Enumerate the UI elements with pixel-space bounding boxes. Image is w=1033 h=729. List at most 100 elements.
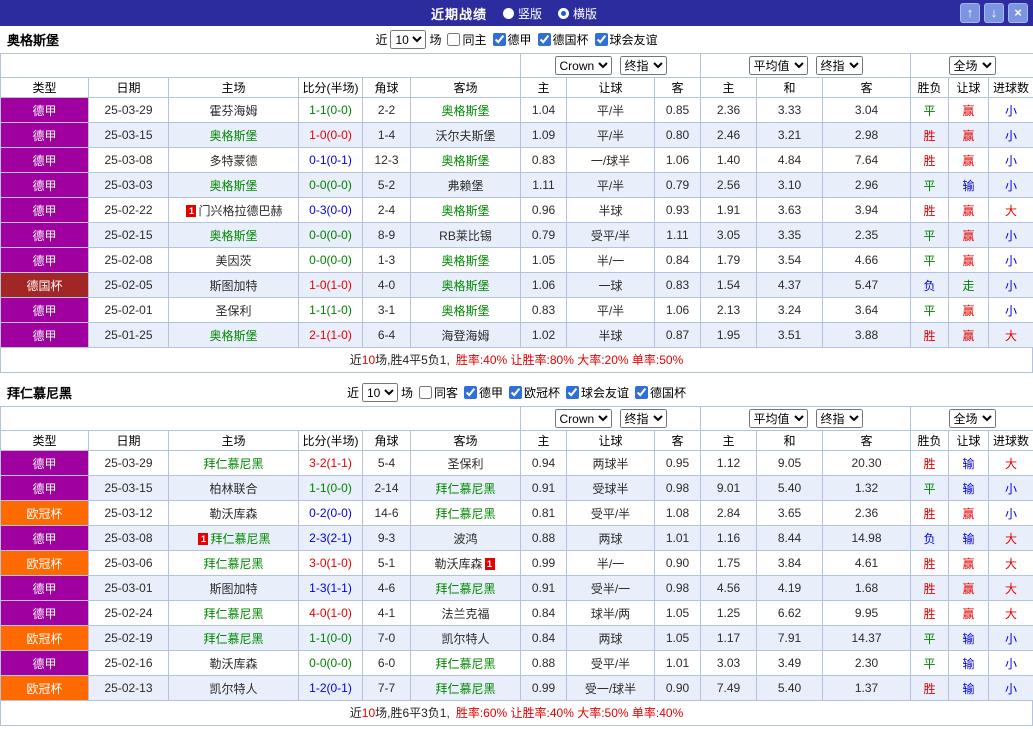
team-name-link[interactable]: 拜仁慕尼黑 (435, 682, 495, 696)
same-venue-checkbox[interactable] (418, 386, 432, 399)
move-down-button[interactable]: ↓ (984, 3, 1005, 23)
league-option[interactable]: 德甲 (487, 31, 532, 48)
team-name-link[interactable]: 奥格斯堡 (441, 279, 489, 293)
goals-scope-select[interactable]: 全场 (948, 56, 996, 75)
team-name-link[interactable]: 多特蒙德 (209, 154, 257, 168)
team-name-link[interactable]: 拜仁慕尼黑 (203, 607, 263, 621)
recent-count-select[interactable]: 10 (390, 30, 427, 49)
team-name-link[interactable]: 沃尔夫斯堡 (435, 129, 495, 143)
goals-scope-select[interactable]: 全场 (948, 409, 996, 428)
team-name-link[interactable]: 圣保利 (215, 304, 251, 318)
team-name-link[interactable]: 海登海姆 (441, 329, 489, 343)
team-name-link[interactable]: 奥格斯堡 (209, 129, 257, 143)
league-option[interactable]: 德甲 (458, 384, 503, 401)
team-name-link[interactable]: 斯图加特 (209, 582, 257, 596)
league-checkbox[interactable] (492, 33, 506, 46)
score-link[interactable]: 4-0(1-0) (309, 606, 352, 620)
eu-odds-time-select[interactable]: 终指 (815, 409, 863, 428)
team-name-link[interactable]: 奥格斯堡 (209, 329, 257, 343)
score-link[interactable]: 1-2(0-1) (309, 681, 352, 695)
team-name-link[interactable]: 奥格斯堡 (209, 229, 257, 243)
ah-home-odds-cell: 0.88 (520, 650, 567, 676)
team-name-link[interactable]: 拜仁慕尼黑 (435, 507, 495, 521)
score-cell: 0-0(0-0) (298, 222, 363, 248)
score-link[interactable]: 3-2(1-1) (309, 456, 352, 470)
score-link[interactable]: 2-1(1-0) (309, 328, 352, 342)
score-link[interactable]: 1-0(0-0) (309, 128, 352, 142)
score-link[interactable]: 1-3(1-1) (309, 581, 352, 595)
score-link[interactable]: 1-1(0-0) (309, 481, 352, 495)
score-link[interactable]: 0-0(0-0) (309, 656, 352, 670)
score-link[interactable]: 1-0(1-0) (309, 278, 352, 292)
team-name-link[interactable]: 奥格斯堡 (441, 204, 489, 218)
eu-source-select[interactable]: 平均值 (748, 409, 808, 428)
ah-bookmaker-select[interactable]: Crown (554, 56, 612, 75)
score-link[interactable]: 2-3(2-1) (309, 531, 352, 545)
team-name-link[interactable]: 奥格斯堡 (209, 179, 257, 193)
horizontal-layout-radio[interactable]: 横版 (558, 5, 597, 22)
team-name-link[interactable]: RB莱比锡 (439, 229, 492, 243)
ah-odds-time-select[interactable]: 终指 (619, 409, 667, 428)
red-card-badge: 1 (484, 557, 495, 570)
league-option[interactable]: 德国杯 (629, 384, 686, 401)
team-name-link[interactable]: 拜仁慕尼黑 (210, 532, 270, 546)
same-venue-checkbox[interactable] (447, 33, 461, 46)
score-link[interactable]: 0-0(0-0) (309, 228, 352, 242)
score-link[interactable]: 1-1(0-0) (309, 103, 352, 117)
team-name-link[interactable]: 拜仁慕尼黑 (203, 457, 263, 471)
team-name-link[interactable]: 勒沃库森 (434, 557, 482, 571)
team-name-link[interactable]: 奥格斯堡 (441, 104, 489, 118)
eu-odds-time-select[interactable]: 终指 (815, 56, 863, 75)
league-option[interactable]: 德国杯 (532, 31, 589, 48)
league-checkbox[interactable] (566, 386, 580, 399)
close-button[interactable]: × (1008, 3, 1029, 23)
team-name-link[interactable]: 门兴格拉德巴赫 (198, 204, 282, 218)
eu-source-select[interactable]: 平均值 (748, 56, 808, 75)
team-name-link[interactable]: 法兰克福 (441, 607, 489, 621)
score-link[interactable]: 0-1(0-1) (309, 153, 352, 167)
score-link[interactable]: 0-3(0-0) (309, 203, 352, 217)
vertical-layout-radio[interactable]: 竖版 (503, 5, 542, 22)
score-link[interactable]: 0-0(0-0) (309, 178, 352, 192)
league-checkbox[interactable] (537, 33, 551, 46)
score-link[interactable]: 1-1(1-0) (309, 303, 352, 317)
team-name-link[interactable]: 弗赖堡 (447, 179, 483, 193)
team-name-link[interactable]: 美因茨 (215, 254, 251, 268)
team-name-link[interactable]: 拜仁慕尼黑 (203, 632, 263, 646)
ah-odds-time-select[interactable]: 终指 (619, 56, 667, 75)
team-name-link[interactable]: 霍芬海姆 (209, 104, 257, 118)
team-name-link[interactable]: 拜仁慕尼黑 (435, 657, 495, 671)
team-name-link[interactable]: 波鸿 (453, 532, 477, 546)
league-checkbox[interactable] (635, 386, 649, 399)
score-link[interactable]: 3-0(1-0) (309, 556, 352, 570)
team-name-link[interactable]: 勒沃库森 (209, 657, 257, 671)
team-name-link[interactable]: 奥格斯堡 (441, 154, 489, 168)
goals-result-cell: 大 (988, 197, 1033, 223)
league-checkbox[interactable] (509, 386, 522, 399)
team-name-link[interactable]: 凯尔特人 (441, 632, 489, 646)
league-option[interactable]: 球会友谊 (589, 31, 658, 48)
team-name-link[interactable]: 奥格斯堡 (441, 254, 489, 268)
league-checkbox[interactable] (463, 386, 477, 399)
score-link[interactable]: 0-2(0-0) (309, 506, 352, 520)
team-name-link[interactable]: 拜仁慕尼黑 (203, 557, 263, 571)
team-name-link[interactable]: 奥格斯堡 (441, 304, 489, 318)
team-name-link[interactable]: 圣保利 (447, 457, 483, 471)
team-name-link[interactable]: 凯尔特人 (209, 682, 257, 696)
team-name-link[interactable]: 拜仁慕尼黑 (435, 582, 495, 596)
league-checkbox[interactable] (594, 33, 608, 46)
team-name-link[interactable]: 斯图加特 (209, 279, 257, 293)
league-option[interactable]: 球会友谊 (560, 384, 629, 401)
eu-draw-odds-cell: 3.49 (756, 650, 823, 676)
ah-bookmaker-select[interactable]: Crown (554, 409, 612, 428)
team-name-link[interactable]: 拜仁慕尼黑 (435, 482, 495, 496)
team-name-link[interactable]: 柏林联合 (209, 482, 257, 496)
score-link[interactable]: 0-0(0-0) (309, 253, 352, 267)
league-option[interactable]: 欧冠杯 (503, 384, 560, 401)
score-link[interactable]: 1-1(0-0) (309, 631, 352, 645)
recent-count-select[interactable]: 10 (361, 383, 398, 402)
same-venue-option[interactable]: 同客 (413, 384, 458, 401)
move-up-button[interactable]: ↑ (960, 3, 981, 23)
same-venue-option[interactable]: 同主 (441, 31, 487, 48)
team-name-link[interactable]: 勒沃库森 (209, 507, 257, 521)
